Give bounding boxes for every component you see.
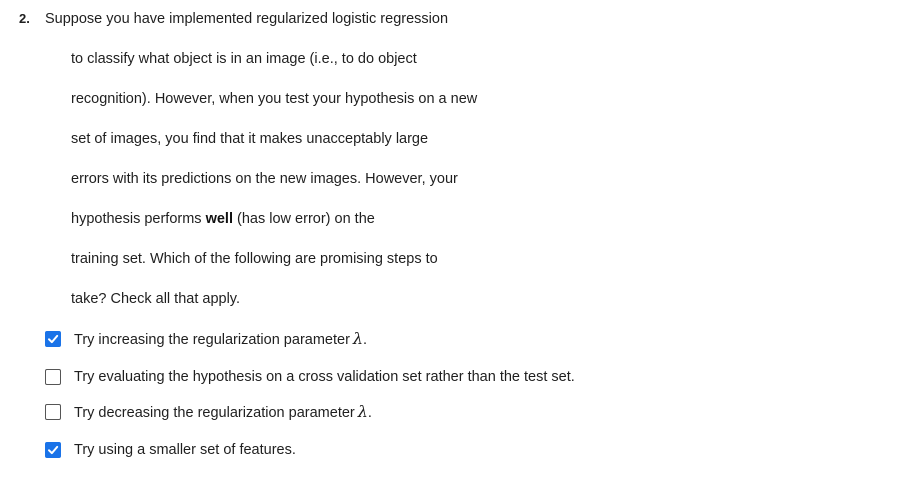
question-text-line-8: take? Check all that apply. [71, 291, 240, 307]
checkmark-icon [48, 334, 59, 344]
option-cross-validation[interactable]: Try evaluating the hypothesis on a cross… [45, 367, 575, 387]
checkbox-decrease-lambda[interactable] [45, 404, 61, 420]
option-suffix: . [367, 404, 372, 421]
lambda-symbol: λ [357, 401, 368, 421]
option-smaller-features[interactable]: Try using a smaller set of features. [45, 440, 296, 460]
question-text-line-6: hypothesis performs well (has low error)… [71, 210, 375, 228]
option-label: Try increasing the regularization parame… [74, 329, 367, 350]
question-text-line-4: set of images, you find that it makes un… [71, 131, 429, 147]
option-increase-lambda[interactable]: Try increasing the regularization parame… [45, 329, 367, 349]
option-label: Try evaluating the hypothesis on a cross… [74, 369, 575, 385]
text-segment: hypothesis performs [71, 211, 206, 227]
checkmark-icon [48, 445, 59, 455]
question-text-line-1: Suppose you have implemented regularized… [45, 11, 449, 27]
option-decrease-lambda[interactable]: Try decreasing the regularization parame… [45, 402, 372, 422]
checkbox-cross-validation[interactable] [45, 369, 61, 385]
question-number: 2. [19, 11, 30, 26]
option-text: Try decreasing the regularization parame… [74, 404, 355, 421]
question-text-line-2: to classify what object is in an image (… [71, 51, 417, 67]
text-segment: (has low error) on the [233, 211, 375, 227]
option-label: Try using a smaller set of features. [74, 442, 296, 458]
checkbox-increase-lambda[interactable] [45, 331, 61, 347]
checkbox-smaller-features[interactable] [45, 442, 61, 458]
lambda-symbol: λ [352, 328, 364, 348]
option-suffix: . [363, 331, 368, 348]
option-text: Try increasing the regularization parame… [74, 331, 350, 348]
question-text-line-5: errors with its predictions on the new i… [71, 171, 458, 187]
question-text-line-3: recognition). However, when you test you… [71, 91, 478, 107]
option-label: Try decreasing the regularization parame… [74, 402, 372, 423]
emphasis-well: well [205, 211, 233, 227]
question-text-line-7: training set. Which of the following are… [71, 251, 438, 267]
